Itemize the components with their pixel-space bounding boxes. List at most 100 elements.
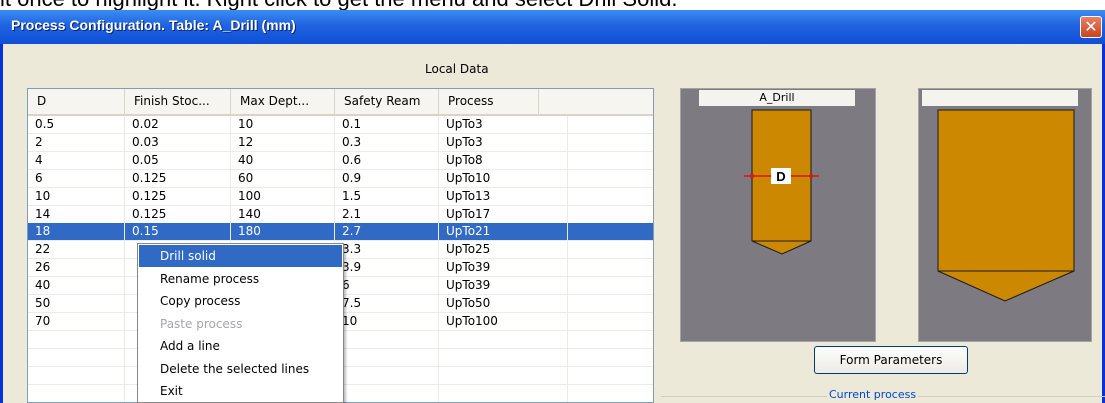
table-row[interactable]: 6 0.125 60 0.9 UpTo10 xyxy=(28,169,653,188)
table-cell[interactable]: 26 xyxy=(28,259,125,278)
table-cell[interactable]: 0.6 xyxy=(335,151,439,170)
table-cell[interactable]: 0.5 xyxy=(28,116,125,134)
table-header: D Finish Stoc... Max Dept... Safety Ream… xyxy=(28,89,653,116)
table-cell[interactable]: 0.125 xyxy=(125,187,231,206)
column-header-max-depth[interactable]: Max Dept... xyxy=(231,89,335,114)
table-cell[interactable]: 10 xyxy=(28,187,125,206)
table-row[interactable]: 18 0.15 180 2.7 UpTo21 xyxy=(28,223,653,242)
empty-cell xyxy=(568,349,653,367)
column-header-process[interactable]: Process xyxy=(439,89,539,114)
table-cell[interactable]: 2.7 xyxy=(335,223,439,242)
table-cell[interactable]: UpTo100 xyxy=(439,312,568,331)
empty-cell xyxy=(568,367,653,385)
table-cell[interactable]: UpTo39 xyxy=(439,277,568,296)
current-process-label: Current process xyxy=(827,388,919,401)
table-cell[interactable]: 0.125 xyxy=(125,205,231,224)
table-cell[interactable] xyxy=(568,134,653,152)
menu-item-delete-the-selected-lines[interactable]: Delete the selected lines xyxy=(139,358,342,380)
window-titlebar[interactable]: Process Configuration. Table: A_Drill (m… xyxy=(0,10,1105,44)
table-cell[interactable]: 10 xyxy=(231,116,335,134)
table-cell[interactable]: 1.5 xyxy=(335,187,439,206)
table-cell[interactable]: 10 xyxy=(335,312,439,331)
column-header-safety-ream[interactable]: Safety Ream xyxy=(335,89,439,114)
table-cell[interactable]: UpTo17 xyxy=(439,205,568,224)
table-row[interactable]: 14 0.125 140 2.1 UpTo17 xyxy=(28,205,653,224)
table-cell[interactable]: UpTo10 xyxy=(439,169,568,188)
table-cell[interactable] xyxy=(568,116,653,134)
table-cell[interactable]: UpTo50 xyxy=(439,295,568,313)
table-cell[interactable]: UpTo21 xyxy=(439,223,568,242)
table-cell[interactable] xyxy=(568,152,653,170)
empty-cell xyxy=(335,366,439,385)
table-cell[interactable]: 0.125 xyxy=(125,169,231,188)
table-cell[interactable]: UpTo3 xyxy=(439,116,568,134)
column-header-d[interactable]: D xyxy=(28,89,125,114)
table-cell[interactable]: 0.9 xyxy=(335,169,439,188)
table-cell[interactable]: 0.05 xyxy=(125,151,231,170)
table-cell[interactable]: UpTo8 xyxy=(439,151,568,170)
table-cell[interactable]: 3.9 xyxy=(335,259,439,278)
empty-cell xyxy=(335,348,439,367)
table-cell[interactable]: 6 xyxy=(335,277,439,296)
table-cell[interactable] xyxy=(568,259,653,277)
table-cell[interactable]: 60 xyxy=(231,169,335,188)
empty-cell xyxy=(335,384,439,402)
empty-cell xyxy=(28,330,125,349)
menu-item-add-a-line[interactable]: Add a line xyxy=(139,335,342,357)
instruction-caption: it once to highlight it. Right click to … xyxy=(0,0,1105,10)
menu-item-copy-process[interactable]: Copy process xyxy=(139,290,342,312)
table-cell[interactable]: 0.15 xyxy=(125,223,231,242)
empty-cell xyxy=(439,330,568,349)
table-cell[interactable] xyxy=(568,241,653,259)
process-preview xyxy=(918,88,1092,342)
table-cell[interactable]: 0.02 xyxy=(125,116,231,134)
table-cell[interactable]: UpTo3 xyxy=(439,133,568,152)
empty-cell xyxy=(28,384,125,402)
table-cell[interactable]: 0.1 xyxy=(335,116,439,134)
table-cell[interactable]: 140 xyxy=(231,205,335,224)
table-cell[interactable]: 100 xyxy=(231,187,335,206)
table-cell[interactable]: 6 xyxy=(28,169,125,188)
menu-item-paste-process: Paste process xyxy=(160,316,243,331)
table-cell[interactable]: 22 xyxy=(28,241,125,260)
context-menu: Drill solid Rename process Copy process Pas… xyxy=(137,243,344,403)
table-row[interactable]: 4 0.05 40 0.6 UpTo8 xyxy=(28,151,653,170)
table-cell[interactable] xyxy=(568,313,653,331)
menu-item-exit[interactable]: Exit xyxy=(139,380,342,402)
menu-item-rename-process[interactable]: Rename process xyxy=(139,268,342,290)
table-row[interactable]: 2 0.03 12 0.3 UpTo3 xyxy=(28,133,653,152)
close-icon: ✕ xyxy=(1084,17,1098,36)
table-cell[interactable]: 70 xyxy=(28,312,125,331)
close-button[interactable]: ✕ xyxy=(1080,16,1102,38)
table-cell[interactable]: UpTo13 xyxy=(439,187,568,206)
table-cell[interactable] xyxy=(568,277,653,295)
table-cell[interactable]: UpTo25 xyxy=(439,241,568,260)
table-cell[interactable]: 2.1 xyxy=(335,205,439,224)
drill-solid-diagram xyxy=(937,109,1075,302)
table-cell[interactable] xyxy=(568,223,653,241)
table-cell[interactable]: 12 xyxy=(231,133,335,152)
table-row[interactable]: 0.5 0.02 10 0.1 UpTo3 xyxy=(28,116,653,134)
table-cell[interactable]: 18 xyxy=(28,223,125,242)
dimension-d-label: D xyxy=(776,169,785,184)
table-cell[interactable]: 180 xyxy=(231,223,335,242)
table-cell[interactable]: 3.3 xyxy=(335,241,439,260)
table-cell[interactable] xyxy=(568,295,653,313)
form-parameters-button[interactable]: Form Parameters xyxy=(814,346,968,374)
table-cell[interactable]: 50 xyxy=(28,295,125,313)
table-cell[interactable]: 0.3 xyxy=(335,133,439,152)
table-cell[interactable]: 4 xyxy=(28,151,125,170)
table-cell[interactable]: 14 xyxy=(28,205,125,224)
table-cell[interactable]: 40 xyxy=(28,277,125,296)
table-cell[interactable] xyxy=(568,206,653,224)
table-cell[interactable]: UpTo39 xyxy=(439,259,568,278)
table-cell[interactable] xyxy=(568,188,653,206)
menu-item-drill-solid[interactable]: Drill solid xyxy=(139,245,342,267)
table-cell[interactable]: 7.5 xyxy=(335,295,439,313)
table-cell[interactable] xyxy=(568,170,653,188)
column-header-finish-stock[interactable]: Finish Stoc... xyxy=(125,89,231,114)
table-row[interactable]: 10 0.125 100 1.5 UpTo13 xyxy=(28,187,653,206)
table-cell[interactable]: 2 xyxy=(28,133,125,152)
table-cell[interactable]: 0.03 xyxy=(125,133,231,152)
table-cell[interactable]: 40 xyxy=(231,151,335,170)
